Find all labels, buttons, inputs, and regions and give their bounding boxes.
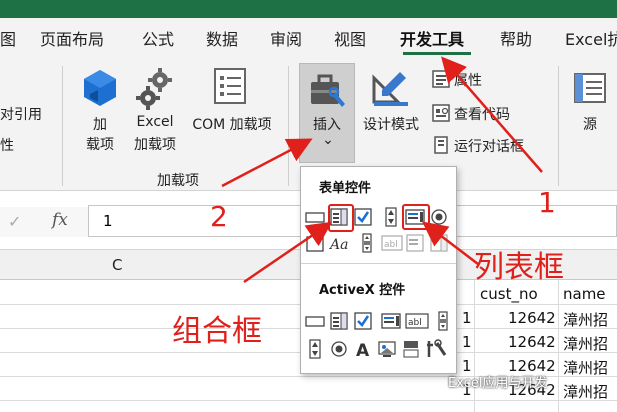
arrow-to-insert [221, 138, 313, 188]
annotation-combobox: 组合框 [172, 314, 262, 349]
annotation-number-1: 1 [538, 186, 556, 219]
arrow-to-listbox [422, 221, 479, 265]
arrow-to-combobox [243, 221, 333, 284]
arrow-to-developer-tab [441, 56, 543, 173]
annotation-number-2: 2 [210, 200, 228, 233]
annotation-listbox: 列表框 [474, 250, 564, 285]
annotation-arrows [221, 56, 543, 284]
watermark-text: Excel应用与开发 [448, 376, 548, 391]
